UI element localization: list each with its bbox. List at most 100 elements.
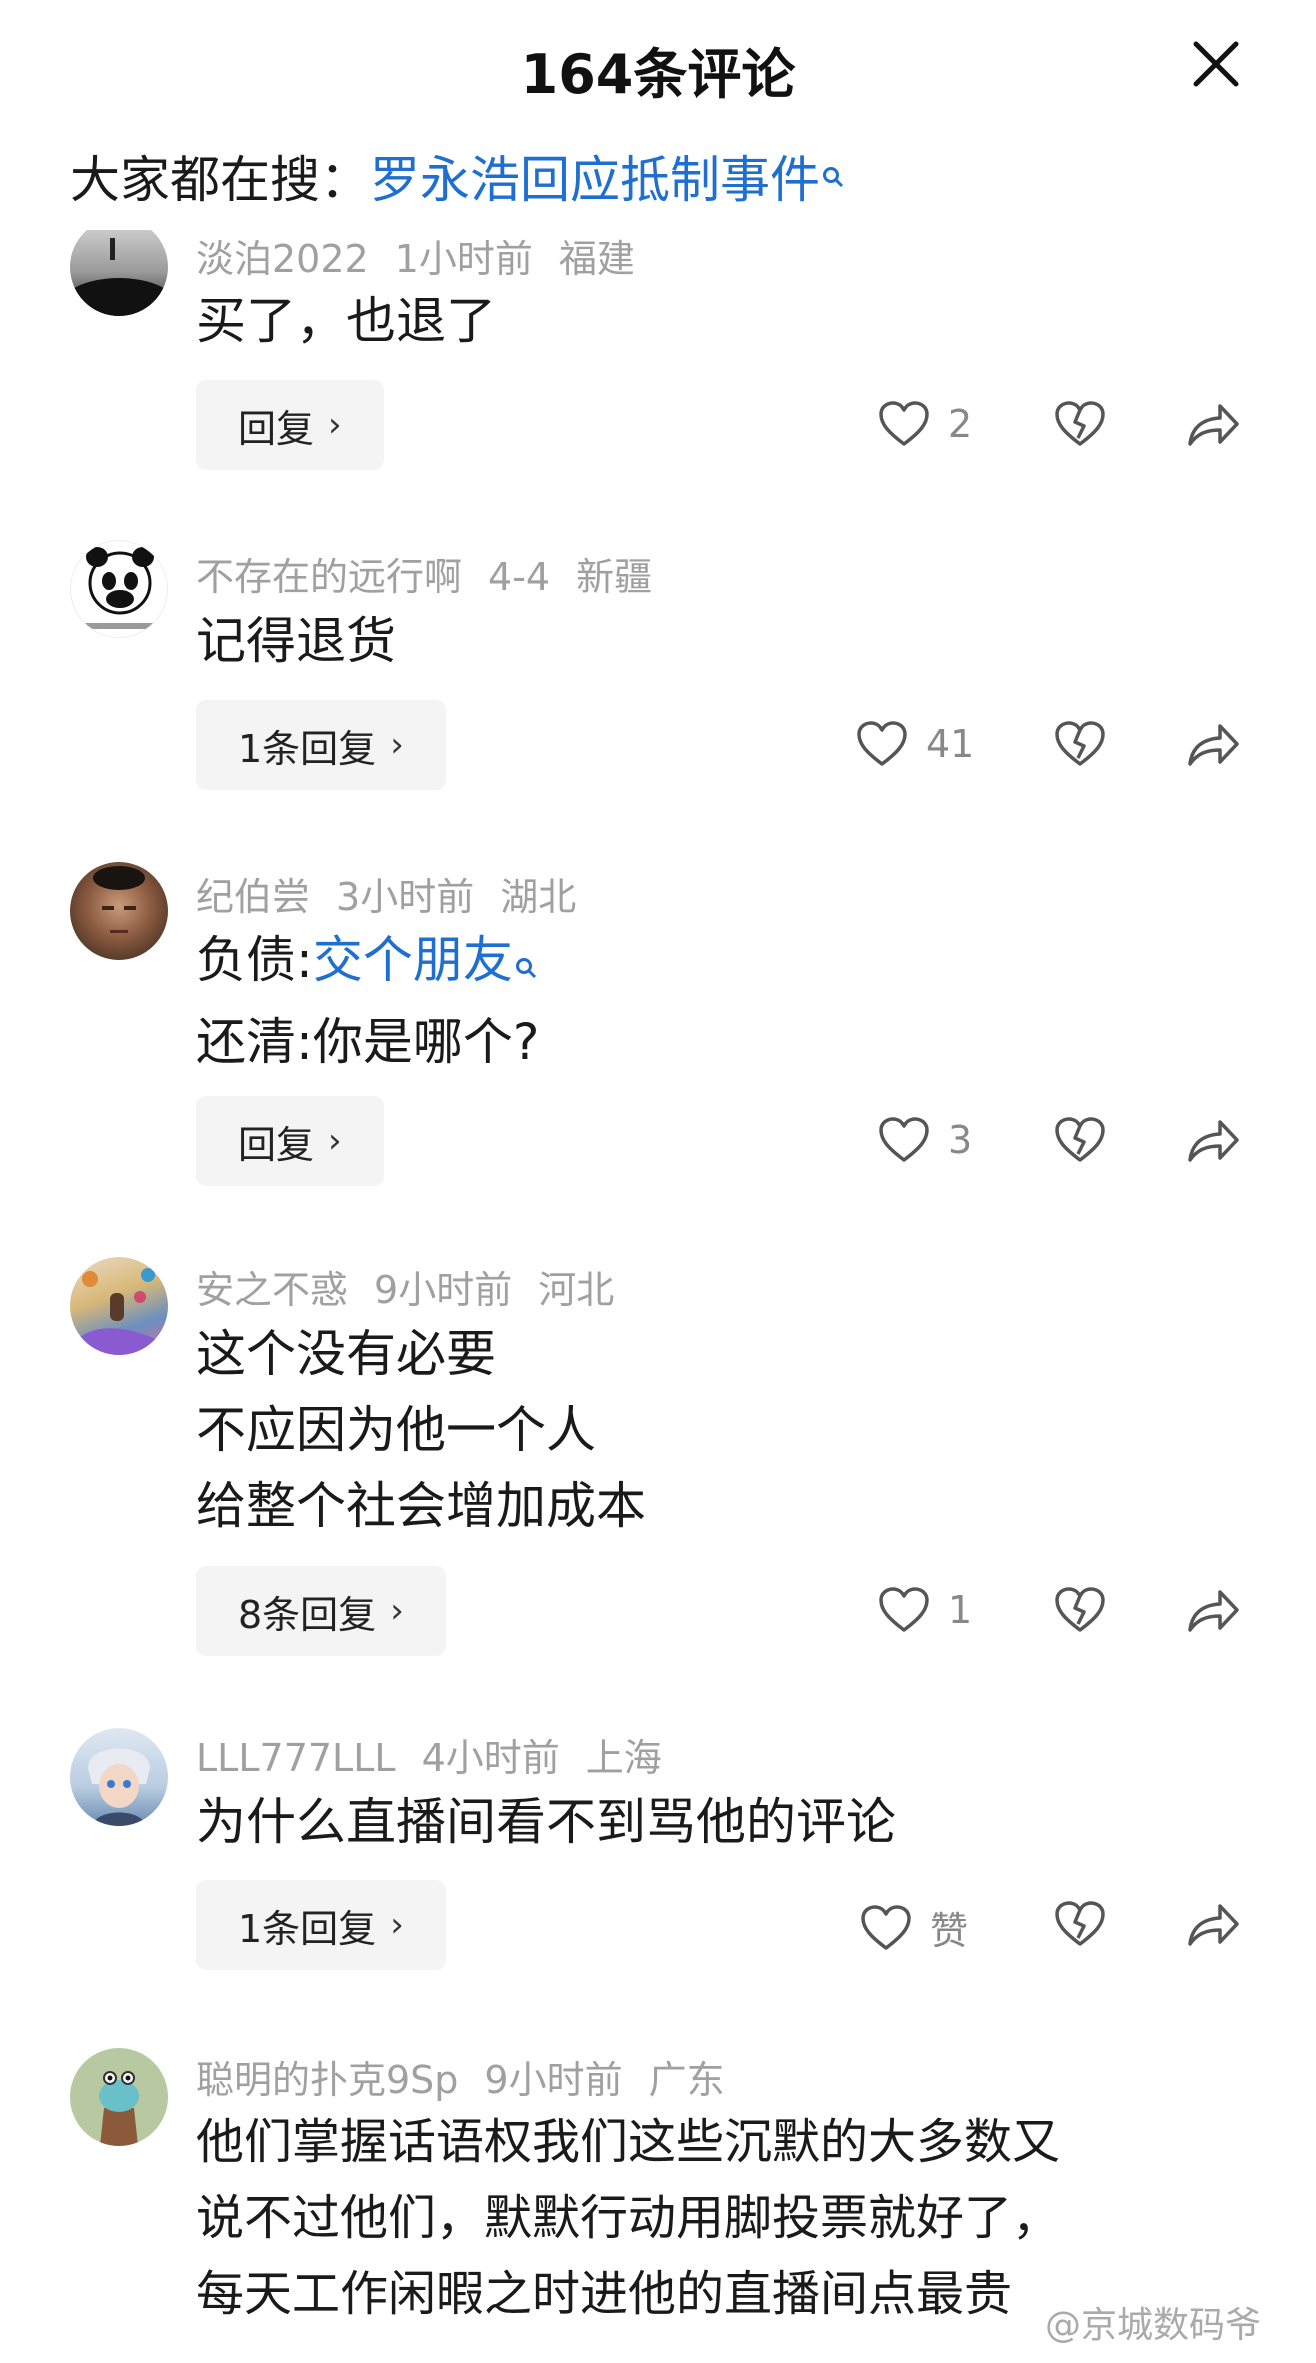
timestamp: 3小时前 (336, 875, 475, 919)
comment-text: 为什么直播间看不到骂他的评论 (196, 1784, 896, 1860)
location: 新疆 (576, 555, 653, 599)
location: 河北 (538, 1268, 615, 1312)
comment-line: 买了，也退了 (196, 292, 496, 350)
like-button[interactable]: 3 (878, 1116, 972, 1164)
comment-line: 说不过他们，默默行动用脚投票就好了， (196, 2190, 1061, 2246)
reply-button[interactable]: 8条回复 › (196, 1566, 446, 1656)
dislike-button[interactable] (1054, 1116, 1106, 1164)
like-button[interactable]: 2 (878, 400, 972, 448)
location: 福建 (558, 237, 635, 281)
like-count: 41 (926, 722, 975, 766)
dislike-button[interactable] (1054, 1586, 1106, 1634)
broken-heart-icon (1054, 1900, 1106, 1948)
username[interactable]: 淡泊2022 (196, 237, 369, 281)
chevron-right-icon: › (328, 405, 342, 445)
comment-meta: 不存在的远行啊 4-4 新疆 (196, 546, 678, 601)
reply-label: 1条回复 (238, 1906, 377, 1951)
dislike-button[interactable] (1054, 1900, 1106, 1948)
share-arrow-icon (1186, 1586, 1240, 1634)
dislike-button[interactable] (1054, 720, 1106, 768)
heart-icon (878, 1586, 930, 1634)
share-button[interactable] (1186, 720, 1240, 768)
username[interactable]: 安之不惑 (196, 1268, 348, 1312)
comment-meta: 安之不惑 9小时前 河北 (196, 1259, 640, 1314)
reply-button[interactable]: 1条回复 › (196, 700, 446, 790)
search-keyword-link[interactable]: 交个朋友 (313, 931, 513, 989)
page-title: 164条评论 (520, 43, 796, 106)
comment-line-prefix: 负债: (196, 931, 313, 989)
heart-icon (878, 400, 930, 448)
username[interactable]: 聪明的扑克9Sp (196, 2058, 458, 2102)
reply-button[interactable]: 回复 › (196, 380, 384, 470)
chevron-right-icon: › (390, 725, 404, 765)
reply-label: 回复 (238, 406, 315, 451)
heart-icon (856, 720, 908, 768)
comment-line: 不应因为他一个人 (196, 1401, 596, 1459)
search-mini-icon (515, 928, 537, 1004)
avatar[interactable] (70, 1257, 168, 1355)
broken-heart-icon (1054, 1586, 1106, 1634)
like-button[interactable]: 赞 (860, 1900, 968, 1955)
trending-search-link[interactable]: 罗永浩回应抵制事件 (370, 151, 820, 209)
comment-meta: 纪伯尝 3小时前 湖北 (196, 866, 602, 921)
comment-meta: 聪明的扑克9Sp 9小时前 广东 (196, 2049, 751, 2104)
comment-text: 这个没有必要 不应因为他一个人 给整个社会增加成本 (196, 1316, 646, 1544)
comment-text: 记得退货 (196, 603, 396, 679)
share-button[interactable] (1186, 1900, 1240, 1948)
share-button[interactable] (1186, 1116, 1240, 1164)
timestamp: 1小时前 (394, 237, 533, 281)
like-count: 赞 (930, 1909, 969, 1953)
location: 广东 (648, 2058, 725, 2102)
timestamp: 4小时前 (421, 1736, 560, 1780)
share-arrow-icon (1186, 720, 1240, 768)
comment-text: 买了，也退了 (196, 283, 496, 359)
share-arrow-icon (1186, 1116, 1240, 1164)
username[interactable]: 纪伯尝 (196, 875, 310, 919)
watermark: @京城数码爷 (1045, 2305, 1262, 2346)
timestamp: 9小时前 (484, 2058, 623, 2102)
avatar[interactable] (70, 540, 168, 638)
like-count: 1 (948, 1588, 973, 1632)
comment-line: 这个没有必要 (196, 1325, 496, 1383)
timestamp: 9小时前 (374, 1268, 513, 1312)
avatar[interactable] (70, 1728, 168, 1826)
heart-icon (878, 1116, 930, 1164)
like-count: 2 (948, 402, 973, 446)
comment-meta: 淡泊2022 1小时前 福建 (196, 228, 661, 283)
close-icon (1190, 41, 1242, 94)
comment-line: 为什么直播间看不到骂他的评论 (196, 1793, 896, 1851)
avatar[interactable] (70, 2048, 168, 2146)
comment-line: 还清:你是哪个? (196, 1013, 540, 1071)
comment-text: 负债:交个朋友 还清:你是哪个? (196, 922, 539, 1080)
comment-text: 他们掌握话语权我们这些沉默的大多数又 说不过他们，默默行动用脚投票就好了， 每天… (196, 2104, 1060, 2332)
chevron-right-icon: › (390, 1905, 404, 1945)
avatar[interactable] (70, 862, 168, 960)
comment-line: 给整个社会增加成本 (196, 1477, 646, 1535)
share-arrow-icon (1186, 400, 1240, 448)
location: 湖北 (500, 875, 577, 919)
chevron-right-icon: › (328, 1121, 342, 1161)
share-button[interactable] (1186, 400, 1240, 448)
close-button[interactable] (1190, 38, 1242, 90)
timestamp: 4-4 (488, 555, 551, 599)
reply-label: 8条回复 (238, 1592, 377, 1637)
broken-heart-icon (1054, 720, 1106, 768)
comment-meta: LLL777LLL 4小时前 上海 (196, 1727, 688, 1782)
reply-button[interactable]: 1条回复 › (196, 1880, 446, 1970)
chevron-right-icon: › (390, 1591, 404, 1631)
search-mini-icon (822, 146, 844, 204)
username[interactable]: LLL777LLL (196, 1736, 396, 1780)
comment-line: 负债:交个朋友 (196, 922, 539, 1004)
reply-label: 1条回复 (238, 726, 377, 771)
dislike-button[interactable] (1054, 400, 1106, 448)
share-button[interactable] (1186, 1586, 1240, 1634)
like-count: 3 (948, 1118, 973, 1162)
trending-search-label: 大家都在搜： (70, 151, 370, 209)
share-arrow-icon (1186, 1900, 1240, 1948)
comment-list: 淡泊2022 1小时前 福建 买了，也退了 回复 › 2 不存在的远行啊 4-4 新疆 记… (0, 0, 1316, 2363)
like-button[interactable]: 41 (856, 720, 974, 768)
avatar[interactable] (70, 218, 168, 316)
reply-button[interactable]: 回复 › (196, 1096, 384, 1186)
username[interactable]: 不存在的远行啊 (196, 555, 462, 599)
like-button[interactable]: 1 (878, 1586, 972, 1634)
